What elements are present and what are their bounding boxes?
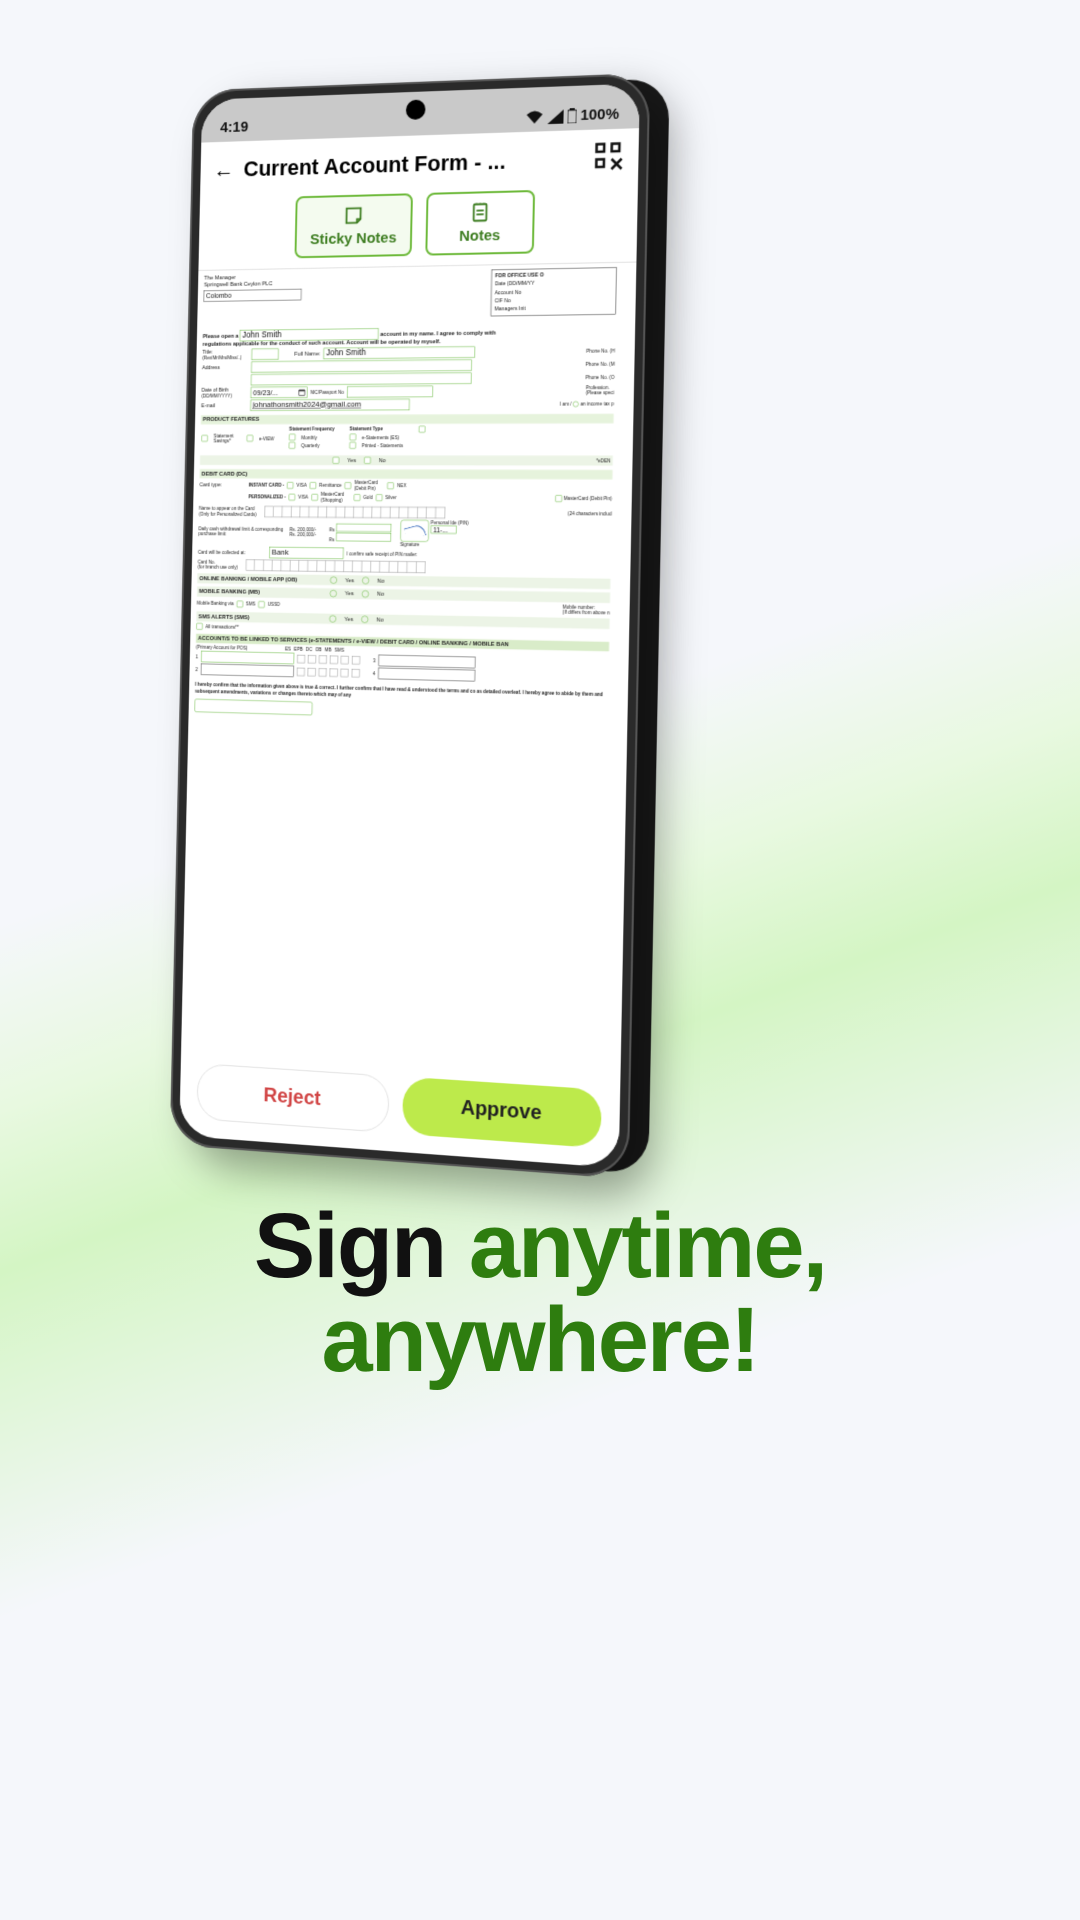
section-features: PRODUCT FEATURES [201,414,614,425]
fullname-label: Full Name: [294,351,320,357]
battery-icon [567,108,576,123]
notes-button[interactable]: Notes [425,190,535,256]
approve-button[interactable]: Approve [402,1077,602,1149]
nic-label: NIC/Passport No [310,390,344,395]
sticky-note-icon [343,204,365,226]
phone-h-label: Phone No. (H [586,348,615,354]
form-viewport[interactable]: The Manager Springwell Bank Ceylon PLC C… [181,262,637,1097]
open-prefix: Please open a [203,333,239,340]
mb-yes[interactable] [330,590,337,597]
collect-at-input[interactable]: Bank [269,547,344,559]
office-date: Date (DD/MM/YY [495,278,613,288]
page-title: Current Account Form - ... [243,145,624,182]
card-name-cells[interactable] [264,506,445,519]
final-sig-box[interactable] [194,699,312,716]
phone-screen: 4:19 100% ← Current Account Form - ... [179,83,640,1168]
sticky-notes-label: Sticky Notes [310,229,397,248]
printed-checkbox[interactable] [349,442,356,449]
address-input-1[interactable] [251,360,472,373]
email-input[interactable]: johnathonsmith2024@gmail.com [250,399,410,411]
signal-icon [547,109,563,124]
back-button[interactable]: ← [213,157,234,183]
online-no[interactable] [362,577,369,584]
linked-acct-2[interactable] [201,664,294,677]
mb-no[interactable] [362,590,369,597]
status-indicators: 100% [525,105,619,125]
wifi-icon [525,110,543,125]
reject-button[interactable]: Reject [196,1063,389,1133]
open-suffix: account in my name. I agree to comply wi… [380,330,496,338]
monthly-checkbox[interactable] [289,434,296,441]
marketing-headline: Sign anytime, anywhere! [0,1200,1080,1388]
income-text: I am / an income tax p [560,401,614,407]
office-mgr: Managers Init [494,304,612,314]
status-time: 4:19 [220,119,248,137]
sticky-notes-button[interactable]: Sticky Notes [294,193,413,258]
notes-icon [469,201,491,224]
sms-no[interactable] [361,616,368,623]
address-input-2[interactable] [251,373,472,386]
calendar-icon[interactable] [298,388,306,396]
form-document: The Manager Springwell Bank Ceylon PLC C… [188,263,623,730]
signature-box[interactable] [400,520,429,542]
phone-frame: 4:19 100% ← Current Account Form - ... [170,73,651,1179]
branch-input[interactable]: Colombo [204,289,302,302]
address-label: Address [202,364,248,370]
profession-label: Profession. [586,385,615,390]
action-bar: Reject Approve [180,1050,621,1149]
fullname-input[interactable]: John Smith [323,346,475,359]
dob-sub: (DD/MM/YYYY) [201,393,247,398]
es-checkbox[interactable] [349,434,356,441]
dob-input[interactable]: 09/23/... [251,387,308,399]
title-input[interactable] [251,349,278,361]
sms-yes[interactable] [329,615,336,622]
section-debit: DEBIT CARD (DC) [200,469,613,479]
office-use-box: FOR OFFICE USE O Date (DD/MM/YY Account … [491,267,617,316]
card-number-cells[interactable] [246,560,426,574]
tab-row: Sticky Notes Notes [198,181,638,270]
phone-mock: 4:19 100% ← Current Account Form - ... [170,73,651,1179]
battery-pct: 100% [580,105,619,124]
stmt-savings-checkbox[interactable] [201,435,207,442]
phone-o-label: Phone No. (O [585,375,614,381]
notes-label: Notes [459,227,500,245]
quarterly-checkbox[interactable] [289,442,296,449]
profession-sub: (Please speci [586,390,615,395]
yn-band-1: Yes No *eDEN [200,455,613,465]
phone-m-label: Phone No. (M [585,361,614,367]
email-label: E-mail [201,403,247,409]
office-account: Account No [495,287,613,297]
eview-checkbox[interactable] [247,435,254,442]
office-use-title: FOR OFFICE USE O [495,270,613,281]
linked-acct-1[interactable] [201,651,294,664]
office-cif: CIF No [494,295,612,305]
qr-tools-icon[interactable] [594,141,625,172]
nic-input[interactable] [347,386,433,398]
online-yes[interactable] [330,576,337,583]
title-sub: (Rev/Mr/Mrs/Miss/..) [202,355,248,361]
